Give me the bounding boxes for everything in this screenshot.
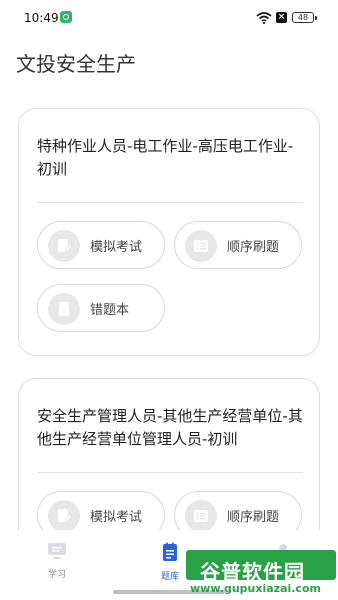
monitor-icon bbox=[48, 543, 66, 559]
sequential-practice-button[interactable]: 顺序刷题 bbox=[174, 221, 302, 269]
watermark-name: 谷普软件园 bbox=[200, 560, 305, 584]
sim-x-icon: × bbox=[276, 12, 287, 23]
edit-icon bbox=[48, 500, 80, 532]
app-notification-icon bbox=[60, 11, 72, 23]
course-card: 特种作业人员-电工作业-高压电工作业-初训 模拟考试 顺序刷题 错题本 bbox=[18, 108, 320, 356]
card-divider bbox=[37, 202, 303, 203]
watermark-logo: 谷普软件园 www.gupuxiazai.com bbox=[178, 546, 338, 600]
list-icon bbox=[185, 230, 217, 262]
sequential-practice-label: 顺序刷题 bbox=[227, 240, 280, 255]
notebook-icon bbox=[48, 293, 80, 325]
mock-exam-button[interactable]: 模拟考试 bbox=[37, 221, 165, 269]
mock-exam-label: 模拟考试 bbox=[90, 240, 143, 255]
card-divider bbox=[37, 472, 303, 473]
watermark-badge: 谷普软件园 bbox=[186, 550, 336, 584]
tab-learn-label: 学习 bbox=[47, 570, 66, 580]
battery-icon: 48 bbox=[292, 12, 317, 23]
mock-exam-label: 模拟考试 bbox=[90, 510, 143, 525]
list-icon bbox=[185, 500, 217, 532]
sequential-practice-label: 顺序刷题 bbox=[227, 510, 280, 525]
edit-icon bbox=[48, 230, 80, 262]
wifi-icon bbox=[256, 12, 272, 24]
status-bar: 10:49 × 48 bbox=[0, 0, 338, 36]
watermark-url: www.gupuxiazai.com bbox=[190, 582, 321, 595]
status-time: 10:49 bbox=[24, 11, 59, 25]
tab-learn[interactable]: 学习 bbox=[37, 542, 77, 580]
course-title: 安全生产管理人员-其他生产经营单位-其他生产经营单位管理人员-初训 bbox=[37, 407, 303, 448]
wrong-questions-button[interactable]: 错题本 bbox=[37, 284, 165, 332]
wrong-questions-label: 错题本 bbox=[90, 303, 130, 318]
page-title: 文投安全生产 bbox=[16, 52, 136, 76]
question-bank-icon bbox=[163, 542, 177, 561]
course-title: 特种作业人员-电工作业-高压电工作业-初训 bbox=[37, 137, 294, 178]
